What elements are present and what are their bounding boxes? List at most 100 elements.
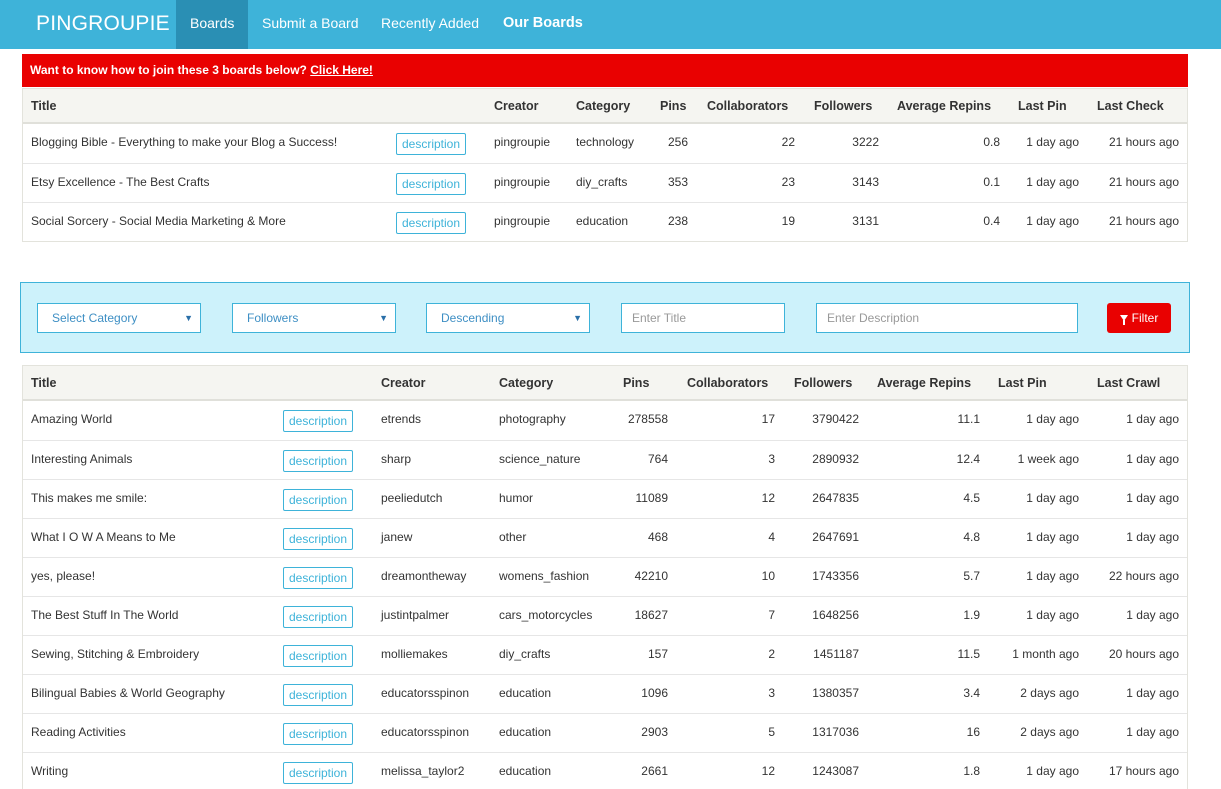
board-title[interactable]: This makes me smile: (31, 491, 147, 505)
board-category[interactable]: education (499, 764, 551, 778)
description-button[interactable]: description (283, 606, 353, 628)
order-select-value: Descending (441, 311, 505, 325)
description-button[interactable]: description (283, 528, 353, 550)
description-button[interactable]: description (283, 684, 353, 706)
board-title[interactable]: Interesting Animals (31, 452, 132, 466)
description-button[interactable]: description (283, 450, 353, 472)
board-creator[interactable]: pingroupie (494, 214, 550, 228)
table-row: What I O W A Means to Me janew other 468 4 26… (23, 518, 1187, 557)
nav-submit-board[interactable]: Submit a Board (248, 0, 373, 49)
description-button[interactable]: description (283, 410, 353, 432)
board-title[interactable]: Etsy Excellence - The Best Crafts (31, 175, 210, 189)
board-followers: 1317036 (812, 725, 859, 739)
board-creator[interactable]: melissa_taylor2 (381, 764, 464, 778)
board-title[interactable]: Bilingual Babies & World Geography (31, 686, 225, 700)
board-category[interactable]: cars_motorcycles (499, 608, 592, 622)
nav-boards[interactable]: Boards (176, 0, 249, 49)
col-followers[interactable]: Followers (794, 376, 852, 390)
description-button[interactable]: description (396, 133, 466, 155)
board-last-pin: 2 days ago (1020, 686, 1079, 700)
board-creator[interactable]: sharp (381, 452, 411, 466)
description-button[interactable]: description (283, 567, 353, 589)
order-select[interactable]: Descending ▼ (426, 303, 590, 333)
board-collaborators: 10 (761, 569, 775, 583)
board-creator[interactable]: justintpalmer (381, 608, 449, 622)
col-last-crawl[interactable]: Last Crawl (1097, 376, 1160, 390)
col-pins[interactable]: Pins (623, 376, 649, 390)
board-category[interactable]: education (576, 214, 628, 228)
board-pins: 18627 (634, 608, 668, 622)
board-category[interactable]: education (499, 725, 551, 739)
description-button[interactable]: description (283, 489, 353, 511)
col-last-pin[interactable]: Last Pin (1018, 99, 1067, 113)
board-collaborators: 2 (768, 647, 775, 661)
board-title[interactable]: What I O W A Means to Me (31, 530, 176, 544)
board-title[interactable]: Sewing, Stitching & Embroidery (31, 647, 199, 661)
brand-logo[interactable]: PINGROUPIE (36, 12, 170, 36)
col-average-repins[interactable]: Average Repins (897, 99, 991, 113)
board-last-crawl: 1 day ago (1126, 452, 1179, 466)
board-collaborators: 23 (781, 175, 795, 189)
board-title[interactable]: yes, please! (31, 569, 95, 583)
board-creator[interactable]: pingroupie (494, 175, 550, 189)
category-select[interactable]: Select Category ▼ (37, 303, 201, 333)
description-button[interactable]: description (396, 212, 466, 234)
board-title[interactable]: Reading Activities (31, 725, 126, 739)
description-input[interactable]: Enter Description (816, 303, 1078, 333)
col-average-repins[interactable]: Average Repins (877, 376, 971, 390)
board-title[interactable]: Amazing World (31, 412, 112, 426)
nav-recently-added[interactable]: Recently Added (367, 0, 493, 49)
board-category[interactable]: education (499, 686, 551, 700)
board-category[interactable]: diy_crafts (576, 175, 627, 189)
col-last-check[interactable]: Last Check (1097, 99, 1164, 113)
col-category[interactable]: Category (576, 99, 630, 113)
col-last-pin[interactable]: Last Pin (998, 376, 1047, 390)
board-category[interactable]: womens_fashion (499, 569, 589, 583)
board-average-repins: 4.5 (963, 491, 980, 505)
board-category[interactable]: science_nature (499, 452, 580, 466)
description-button[interactable]: description (283, 645, 353, 667)
title-input[interactable]: Enter Title (621, 303, 785, 333)
board-creator[interactable]: etrends (381, 412, 421, 426)
board-average-repins: 0.8 (983, 135, 1000, 149)
filter-button[interactable]: Filter (1107, 303, 1171, 333)
board-title[interactable]: Social Sorcery - Social Media Marketing … (31, 214, 286, 228)
col-creator[interactable]: Creator (381, 376, 425, 390)
board-creator[interactable]: educatorsspinon (381, 725, 469, 739)
board-title[interactable]: The Best Stuff In The World (31, 608, 178, 622)
board-last-check: 21 hours ago (1108, 135, 1179, 149)
board-category[interactable]: photography (499, 412, 566, 426)
description-button[interactable]: description (396, 173, 466, 195)
col-title[interactable]: Title (31, 376, 56, 390)
board-category[interactable]: humor (499, 491, 533, 505)
board-category[interactable]: technology (576, 135, 634, 149)
col-pins[interactable]: Pins (660, 99, 686, 113)
board-creator[interactable]: pingroupie (494, 135, 550, 149)
description-button[interactable]: description (283, 762, 353, 784)
board-title[interactable]: Blogging Bible - Everything to make your… (31, 135, 337, 149)
board-average-repins: 12.4 (956, 452, 980, 466)
board-title[interactable]: Writing (31, 764, 68, 778)
nav-our-boards[interactable]: Our Boards (489, 0, 597, 49)
board-category[interactable]: other (499, 530, 526, 544)
board-last-crawl: 1 day ago (1126, 412, 1179, 426)
board-creator[interactable]: dreamontheway (381, 569, 466, 583)
caret-down-icon: ▼ (573, 313, 582, 323)
col-category[interactable]: Category (499, 376, 553, 390)
col-collaborators[interactable]: Collaborators (707, 99, 788, 113)
board-category[interactable]: diy_crafts (499, 647, 550, 661)
board-creator[interactable]: peeliedutch (381, 491, 442, 505)
board-followers: 1243087 (812, 764, 859, 778)
description-button[interactable]: description (283, 723, 353, 745)
board-creator[interactable]: janew (381, 530, 412, 544)
col-creator[interactable]: Creator (494, 99, 538, 113)
promo-link[interactable]: Click Here! (310, 63, 373, 77)
table-row: yes, please! dreamontheway womens_fashion 4… (23, 557, 1187, 596)
col-title[interactable]: Title (31, 99, 56, 113)
board-creator[interactable]: educatorsspinon (381, 686, 469, 700)
board-creator[interactable]: molliemakes (381, 647, 448, 661)
boards-table: Title Creator Category Pins Collaborator… (22, 365, 1188, 789)
col-collaborators[interactable]: Collaborators (687, 376, 768, 390)
sort-by-select[interactable]: Followers ▼ (232, 303, 396, 333)
col-followers[interactable]: Followers (814, 99, 872, 113)
